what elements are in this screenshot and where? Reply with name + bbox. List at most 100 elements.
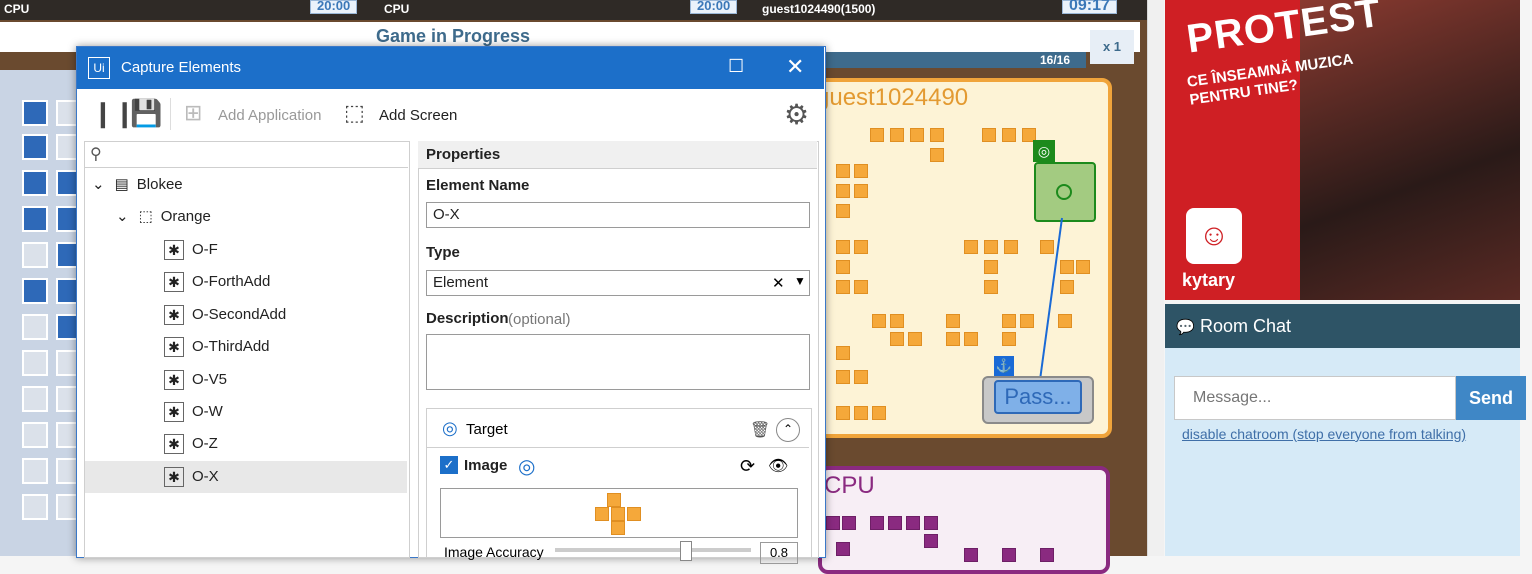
add-screen-button[interactable]: Add Screen: [379, 107, 457, 124]
game-piece[interactable]: [890, 314, 904, 328]
clear-icon[interactable]: ✕: [772, 274, 785, 292]
game-piece[interactable]: [836, 370, 850, 384]
refresh-icon[interactable]: ⟳: [740, 456, 755, 477]
game-piece[interactable]: [982, 128, 996, 142]
game-piece[interactable]: [836, 184, 850, 198]
element-name-field[interactable]: O-X: [426, 202, 810, 228]
type-select[interactable]: Element: [426, 270, 810, 296]
tree-item-element[interactable]: ✱ O-F: [164, 237, 218, 263]
game-piece[interactable]: [1002, 128, 1016, 142]
game-piece[interactable]: [836, 406, 850, 420]
game-piece[interactable]: [930, 128, 944, 142]
game-piece: [888, 516, 902, 530]
disable-chatroom-link[interactable]: disable chatroom (stop everyone from tal…: [1182, 426, 1466, 442]
tree-item-element[interactable]: ✱ O-ThirdAdd: [164, 334, 270, 360]
game-piece[interactable]: [872, 314, 886, 328]
preview-piece: [611, 507, 625, 521]
image-accuracy-slider[interactable]: [555, 548, 751, 552]
speed-multiplier[interactable]: x 1: [1090, 30, 1134, 64]
tree-item-element[interactable]: ✱ O-ForthAdd: [164, 269, 270, 295]
board-cell: [22, 206, 48, 232]
game-piece[interactable]: [1076, 260, 1090, 274]
image-target-icon[interactable]: ◎: [518, 454, 535, 479]
board-cell: [22, 386, 48, 412]
game-piece[interactable]: [930, 148, 944, 162]
chevron-down-icon[interactable]: ⌄: [92, 176, 105, 193]
game-piece: [906, 516, 920, 530]
pass-button[interactable]: Pass...: [994, 380, 1082, 414]
gear-icon[interactable]: ⚙: [784, 98, 809, 131]
chat-message-input[interactable]: [1174, 376, 1456, 420]
game-top-bar: [0, 0, 1147, 20]
tree-item-group[interactable]: ⌄ ⬚ Orange: [116, 204, 211, 230]
game-piece[interactable]: [836, 240, 850, 254]
collapse-icon[interactable]: ⌃: [776, 418, 800, 442]
element-icon: ✱: [164, 402, 184, 423]
game-piece[interactable]: [908, 332, 922, 346]
game-piece[interactable]: [910, 128, 924, 142]
game-piece[interactable]: [964, 332, 978, 346]
game-piece[interactable]: [854, 406, 868, 420]
game-piece[interactable]: [872, 406, 886, 420]
close-icon[interactable]: ✕: [786, 54, 804, 80]
tree-item-root[interactable]: ⌄ ▤ Blokee: [92, 172, 183, 198]
game-piece[interactable]: [964, 240, 978, 254]
tree-item-element-selected[interactable]: ✱ O-X: [164, 464, 219, 490]
game-piece[interactable]: [1004, 240, 1018, 254]
game-piece[interactable]: [836, 280, 850, 294]
chat-send-button[interactable]: Send: [1456, 376, 1526, 420]
game-piece[interactable]: [1002, 332, 1016, 346]
tree-item-element[interactable]: ✱ O-Z: [164, 431, 218, 457]
chevron-down-icon[interactable]: ▼: [794, 274, 806, 288]
game-piece[interactable]: [836, 164, 850, 178]
tree-item-element[interactable]: ✱ O-SecondAdd: [164, 302, 286, 328]
game-piece[interactable]: [890, 128, 904, 142]
game-piece[interactable]: [836, 346, 850, 360]
game-piece[interactable]: [984, 260, 998, 274]
add-application-button[interactable]: Add Application: [218, 107, 321, 124]
game-piece: [924, 534, 938, 548]
target-center-marker: [1056, 184, 1072, 200]
chevron-down-icon[interactable]: ⌄: [116, 208, 129, 225]
game-piece[interactable]: [854, 280, 868, 294]
image-accuracy-label: Image Accuracy: [444, 544, 544, 560]
save-icon[interactable]: 💾: [130, 98, 162, 129]
tree-item-element[interactable]: ✱ O-W: [164, 399, 223, 425]
element-icon: ✱: [164, 337, 184, 358]
tree-item-label: O-ThirdAdd: [192, 338, 270, 355]
slider-thumb[interactable]: [680, 541, 692, 561]
image-accuracy-value[interactable]: 0.8: [760, 542, 798, 564]
image-checkbox[interactable]: ✓: [440, 456, 458, 474]
game-piece[interactable]: [836, 260, 850, 274]
board-cell: [22, 422, 48, 448]
game-piece[interactable]: [984, 280, 998, 294]
game-piece[interactable]: [1002, 314, 1016, 328]
tree-selection-highlight: [85, 461, 407, 493]
preview-piece: [627, 507, 641, 521]
game-piece[interactable]: [854, 184, 868, 198]
maximize-icon[interactable]: ☐: [728, 56, 744, 77]
image-label: Image: [464, 457, 508, 474]
game-piece[interactable]: [854, 164, 868, 178]
chat-bubble-icon: 💬: [1176, 319, 1195, 336]
element-icon: ✱: [164, 305, 184, 326]
game-piece[interactable]: [984, 240, 998, 254]
cpu-board-label: CPU: [824, 472, 875, 499]
description-field[interactable]: [426, 334, 810, 390]
game-piece[interactable]: [836, 204, 850, 218]
game-piece[interactable]: [946, 332, 960, 346]
eye-icon[interactable]: 👁: [768, 456, 788, 476]
game-piece[interactable]: [854, 240, 868, 254]
board-cell: [22, 278, 48, 304]
game-piece[interactable]: [890, 332, 904, 346]
game-piece[interactable]: [870, 128, 884, 142]
trash-icon[interactable]: 🗑: [750, 420, 770, 440]
game-piece: [924, 516, 938, 530]
game-piece[interactable]: [946, 314, 960, 328]
board-cell: [22, 458, 48, 484]
type-select-value: Element: [433, 274, 489, 291]
tree-search-input[interactable]: [84, 141, 408, 168]
tree-item-label: O-SecondAdd: [192, 306, 287, 323]
tree-item-element[interactable]: ✱ O-V5: [164, 367, 227, 393]
game-piece[interactable]: [854, 370, 868, 384]
